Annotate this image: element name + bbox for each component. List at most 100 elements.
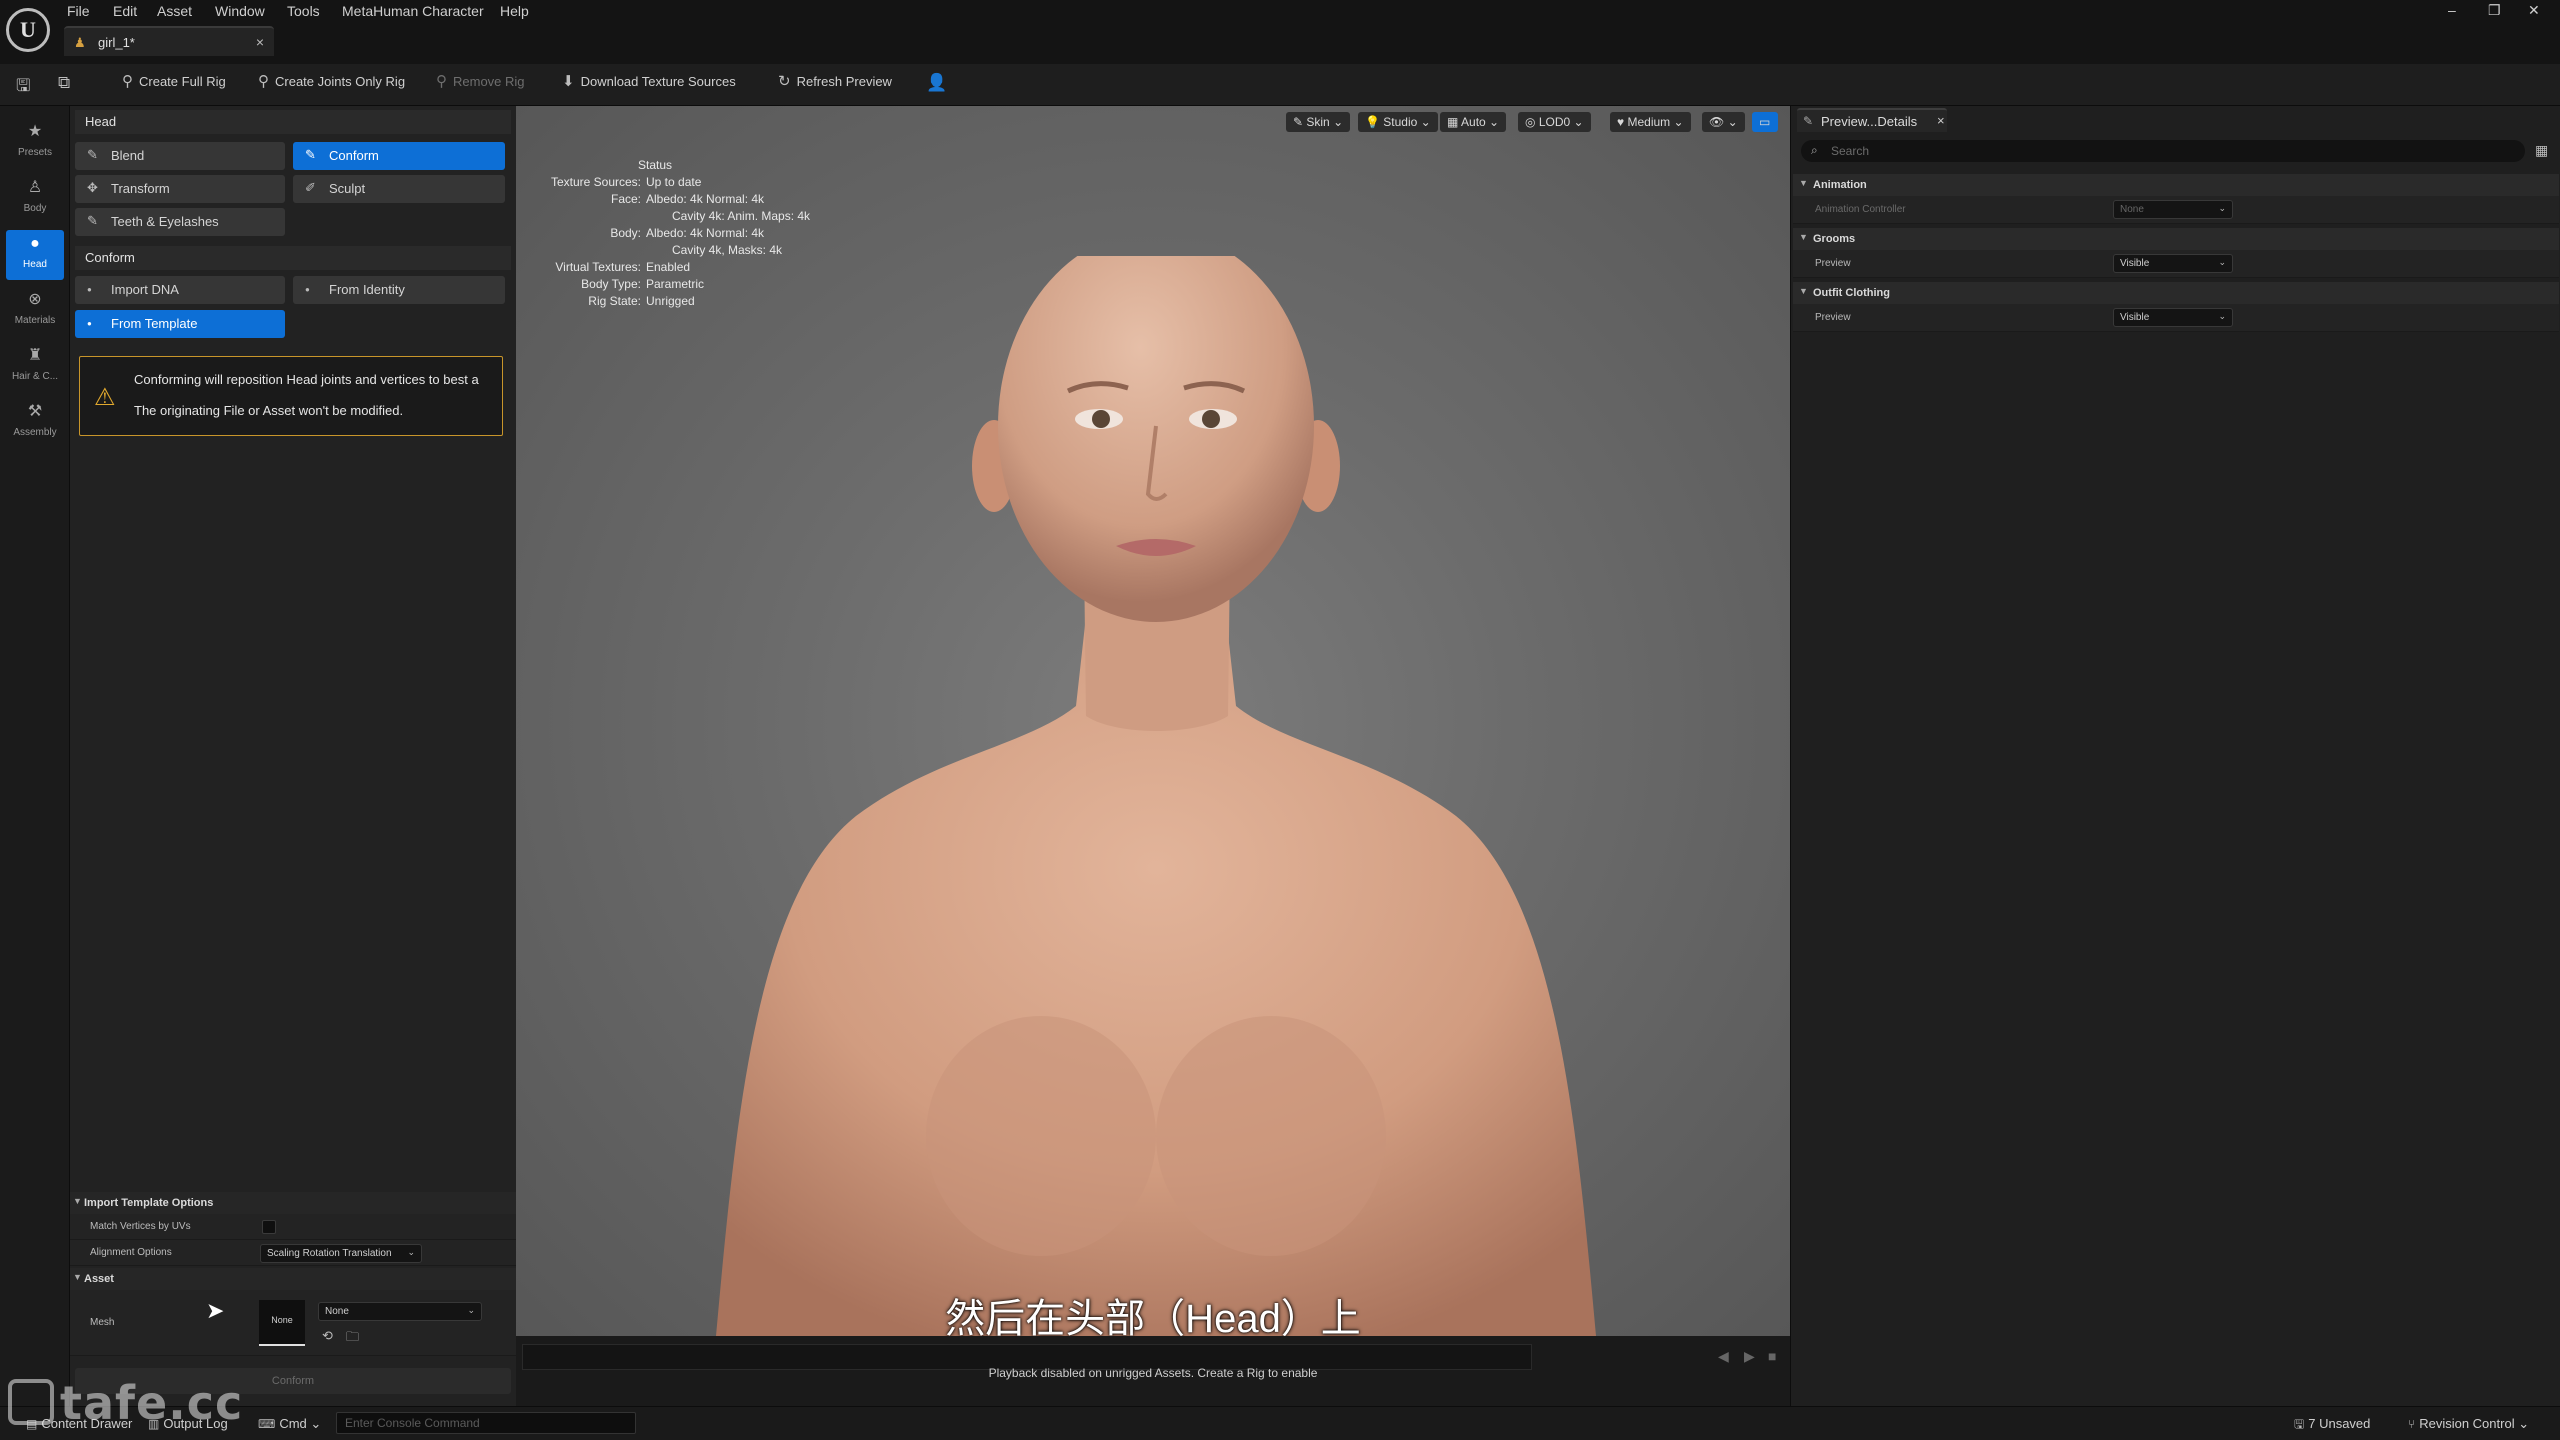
console-command-input[interactable]: Enter Console Command [336, 1412, 636, 1434]
status-row-face: Face: Albedo: 4k Normal: 4k [610, 192, 765, 206]
menu-edit[interactable]: Edit [113, 3, 137, 19]
grooms-preview-dropdown[interactable]: Visible ⌄ [2113, 254, 2233, 273]
unreal-logo-icon[interactable]: U [6, 8, 50, 52]
render-quality-dropdown[interactable]: ♥ Medium ⌄ [1610, 112, 1691, 132]
save-icon[interactable]: 🖫 [16, 73, 30, 102]
create-joints-only-rig-button[interactable]: ⚲ Create Joints Only Rig [258, 74, 405, 96]
document-tab-title: girl_1* [98, 35, 135, 50]
camera-view-toggle[interactable]: ▭ [1752, 112, 1778, 132]
sidebar-item-body[interactable]: ♙ Body [6, 174, 64, 224]
transform-icon: ✥ [87, 180, 98, 195]
play-icon[interactable]: ▶ [1744, 1348, 1755, 1365]
menu-help[interactable]: Help [500, 3, 529, 19]
sidebar-item-materials[interactable]: ⊗ Materials [6, 286, 64, 336]
stop-icon[interactable]: ■ [1768, 1348, 1776, 1364]
from-identity-option[interactable]: ● From Identity [293, 276, 505, 304]
play-reverse-icon[interactable]: ◀ [1718, 1348, 1729, 1365]
hair-icon: ♜ [27, 347, 43, 364]
teeth-eyelashes-button[interactable]: ✎ Teeth & Eyelashes [75, 208, 285, 236]
minimize-button[interactable]: – [2448, 2, 2456, 18]
mesh-asset-dropdown[interactable]: None ⌄ [318, 1302, 482, 1321]
outfit-preview-dropdown[interactable]: Visible ⌄ [2113, 308, 2233, 327]
menu-file[interactable]: File [67, 3, 90, 19]
alignment-options-row: Alignment Options Scaling Rotation Trans… [70, 1240, 516, 1266]
close-tab-icon[interactable]: × [1937, 113, 1945, 128]
head-tool-panel: Head ✎ Blend ✎ Conform ✥ Transform ✐ Sculpt … [70, 106, 516, 1406]
metahuman-character-preview [716, 256, 1596, 1336]
from-template-option[interactable]: ● From Template [75, 310, 285, 338]
warning-icon: ⚠ [94, 384, 116, 411]
pencil-icon: ✎ [1803, 114, 1814, 128]
viewport[interactable]: ✎ Skin ⌄ 💡 Studio ⌄ ▦ Auto ⌄ ◎ LOD0 ⌄ ♥ … [516, 106, 1790, 1336]
visibility-dropdown[interactable]: 👁 ⌄ [1702, 112, 1745, 132]
animation-controller-row: Animation Controller None ⌄ [1793, 196, 2559, 224]
quality-auto-dropdown[interactable]: ▦ Auto ⌄ [1440, 112, 1507, 132]
sidebar-item-assembly[interactable]: ⚒ Assembly [6, 398, 64, 448]
details-search-input[interactable]: ⌕ Search [1801, 140, 2525, 162]
browse-folder-icon[interactable]: 🗀 [346, 1328, 359, 1350]
conform-icon: ✎ [305, 147, 316, 162]
unsaved-button[interactable]: 🖫 7 Unsaved [2294, 1416, 2370, 1431]
mesh-row: Mesh None None ⌄ ⟲ 🗀 [70, 1290, 516, 1356]
main-toolbar: 🖫 ⧉ ⚲ Create Full Rig ⚲ Create Joints Only… [0, 64, 2560, 106]
conform-tool-button[interactable]: ✎ Conform [293, 142, 505, 170]
revision-control-button[interactable]: ⑂ Revision Control ⌄ [2408, 1416, 2529, 1432]
alignment-options-dropdown[interactable]: Scaling Rotation Translation ⌄ [260, 1244, 422, 1263]
transform-button[interactable]: ✥ Transform [75, 175, 285, 203]
animation-section-header[interactable]: ▼ Animation [1793, 174, 2559, 196]
preview-details-panel: ✎ Preview...Details × ⌕ Search ▦ ▼ Animati… [1790, 106, 2560, 1406]
import-template-options-header[interactable]: ▼ Import Template Options [70, 1192, 516, 1214]
status-row-texture-sources: Texture Sources: Up to date [550, 175, 702, 189]
chevron-down-icon: ▼ [1799, 178, 1808, 188]
body-icon: ♙ [27, 179, 43, 196]
sidebar-item-head[interactable]: ● Head [6, 230, 64, 280]
status-bar: ▤ Content Drawer ▥ Output Log ⌨ Cmd ⌄ Enter… [0, 1406, 2560, 1440]
head-icon: ● [30, 235, 40, 252]
lighting-dropdown[interactable]: 💡 Studio ⌄ [1358, 112, 1438, 132]
terminal-icon: ⌨ [258, 1417, 276, 1431]
menu-window[interactable]: Window [215, 3, 265, 19]
menu-asset[interactable]: Asset [157, 3, 192, 19]
import-dna-option[interactable]: ● Import DNA [75, 276, 285, 304]
menu-tools[interactable]: Tools [287, 3, 320, 19]
close-window-button[interactable]: ✕ [2528, 2, 2540, 19]
reset-arrow-icon[interactable]: ⟲ [322, 1328, 333, 1344]
mouse-cursor-icon: ➤ [206, 1298, 225, 1323]
restore-button[interactable]: ❐ [2488, 2, 2501, 19]
cmd-dropdown[interactable]: ⌨ Cmd ⌄ [258, 1416, 321, 1432]
video-subtitle: 然后在头部（Head）上 [945, 1297, 1361, 1336]
sculpt-button[interactable]: ✐ Sculpt [293, 175, 505, 203]
grooms-preview-row: Preview Visible ⌄ [1793, 250, 2559, 278]
lod-dropdown[interactable]: ◎ LOD0 ⌄ [1518, 112, 1591, 132]
assembly-icon: ⚒ [27, 403, 43, 420]
refresh-preview-button[interactable]: ↻ Refresh Preview [778, 74, 892, 96]
settings-grid-icon[interactable]: ▦ [2535, 142, 2548, 159]
chevron-down-icon: ⌄ [407, 1247, 415, 1257]
viewport-camera-icon: ▭ [1759, 115, 1771, 129]
grooms-section-header[interactable]: ▼ Grooms [1793, 228, 2559, 250]
asset-section-header[interactable]: ▼ Asset [70, 1268, 516, 1290]
preview-details-tab[interactable]: ✎ Preview...Details × [1797, 108, 1947, 132]
match-vertices-checkbox[interactable] [262, 1220, 276, 1234]
skin-mode-dropdown[interactable]: ✎ Skin ⌄ [1286, 112, 1351, 132]
mesh-thumbnail[interactable]: None [259, 1300, 305, 1346]
close-tab-icon[interactable]: × [256, 34, 264, 50]
animation-controller-dropdown[interactable]: None ⌄ [2113, 200, 2233, 219]
browse-icon[interactable]: ⧉ [58, 73, 70, 93]
sidebar-item-presets[interactable]: ★ Presets [6, 118, 64, 168]
menu-metahuman-character[interactable]: MetaHuman Character [342, 3, 484, 19]
blend-button[interactable]: ✎ Blend [75, 142, 285, 170]
remove-rig-button[interactable]: ⚲ Remove Rig [436, 74, 525, 96]
document-tab[interactable]: ♟ girl_1* × [64, 26, 274, 56]
star-icon: ★ [27, 123, 43, 140]
playback-bar: ◀ ▶ ■ Playback disabled on unrigged Asse… [516, 1336, 1790, 1406]
sculpt-icon: ✐ [305, 180, 316, 195]
create-full-rig-button[interactable]: ⚲ Create Full Rig [122, 74, 226, 96]
sidebar-item-hair[interactable]: ♜ Hair & C... [6, 342, 64, 392]
title-bar: U File Edit Asset Window Tools MetaHuman… [0, 0, 2560, 64]
outfit-clothing-section-header[interactable]: ▼ Outfit Clothing [1793, 282, 2559, 304]
download-texture-sources-button[interactable]: ⬇ Download Texture Sources [562, 74, 736, 96]
eye-icon: 👁 [1709, 115, 1725, 129]
warning-text-line1: Conforming will reposition Head joints a… [134, 372, 479, 387]
user-icon[interactable]: 👤 [926, 73, 947, 93]
